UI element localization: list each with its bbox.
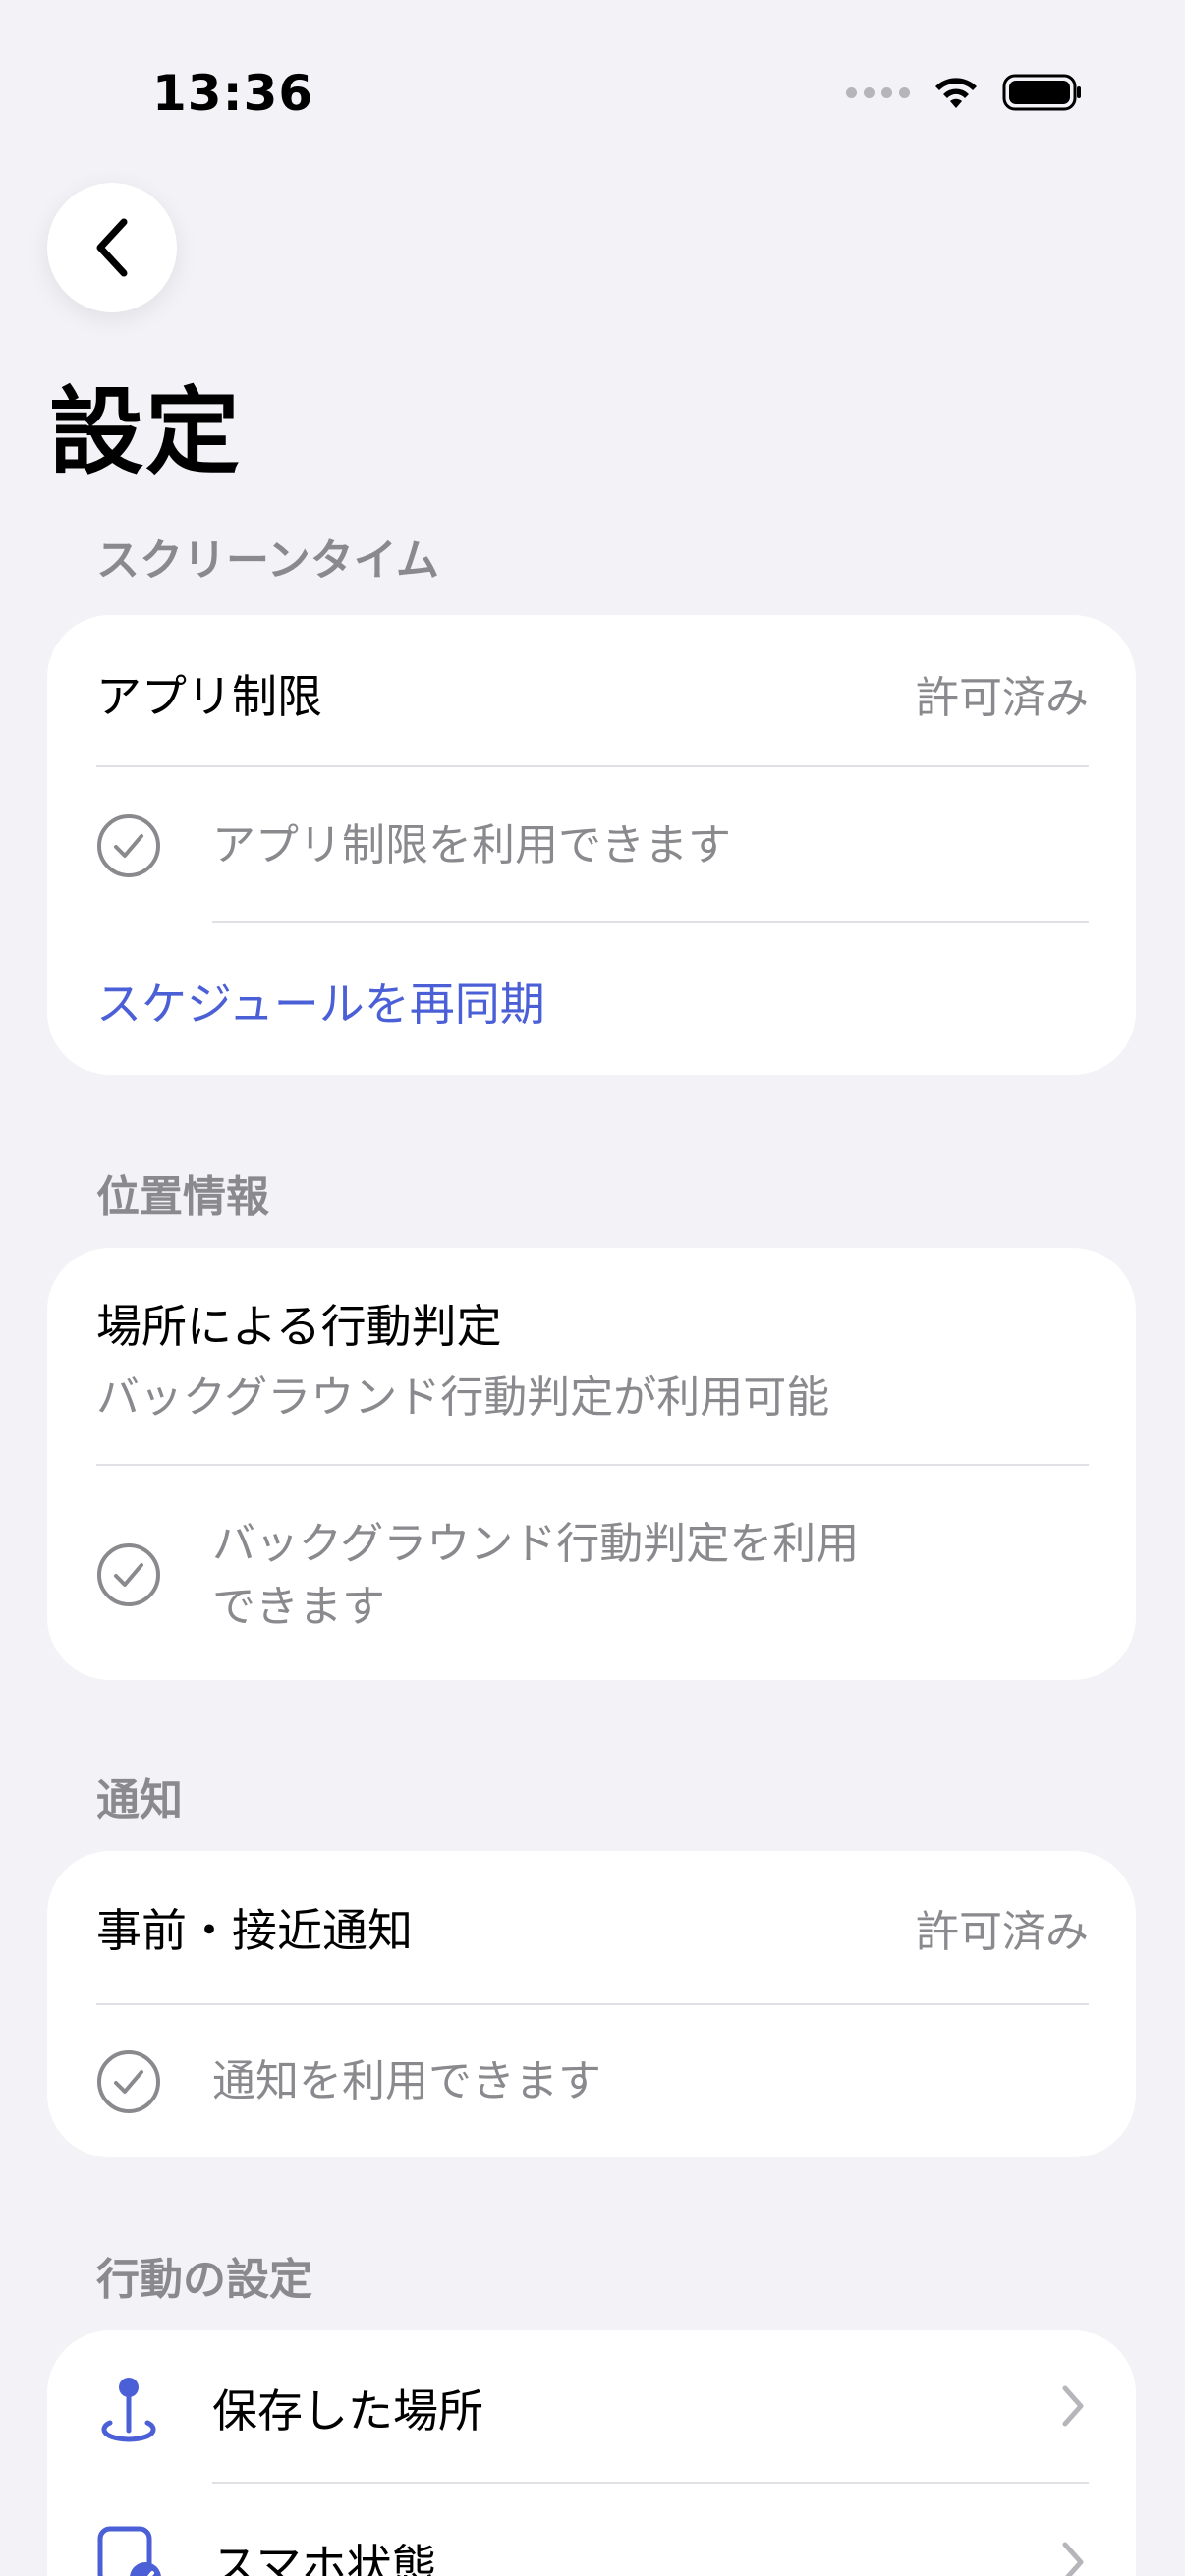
location-pin-icon	[101, 2378, 156, 2442]
settings-screen: 13:36 設定 スクリーンタイム アプリ制限 許可済み アプリ制限を利用できま…	[0, 0, 1185, 2576]
divider	[96, 1464, 1089, 1466]
background-detection-status-line1: バックグラウンド行動判定を利用	[212, 1519, 860, 1569]
phone-state-icon	[97, 2526, 161, 2576]
chevron-right-icon	[1062, 2542, 1084, 2576]
section-header-behavior: 行動の設定	[96, 2255, 312, 2305]
divider	[96, 2003, 1089, 2005]
advance-notification-status: 許可済み	[916, 1907, 1089, 1957]
notifications-card: 事前・接近通知 許可済み 通知を利用できます	[47, 1851, 1136, 2157]
phone-state-row[interactable]: スマホ状態	[47, 2484, 1136, 2576]
saved-places-label: 保存した場所	[212, 2384, 483, 2437]
section-header-notifications: 通知	[96, 1775, 183, 1825]
status-time: 13:36	[152, 65, 314, 122]
notification-available-text: 通知を利用できます	[212, 2056, 601, 2106]
divider	[212, 921, 1089, 923]
divider	[96, 765, 1089, 767]
chevron-left-icon	[96, 218, 128, 277]
background-detection-status-line2: できます	[212, 1582, 385, 1632]
phone-state-label: スマホ状態	[212, 2540, 437, 2576]
app-limit-row[interactable]: アプリ制限 許可済み	[96, 662, 1089, 725]
app-limit-status: 許可済み	[916, 673, 1089, 723]
status-icons	[846, 73, 1083, 112]
behavior-card: 保存した場所 スマホ状態	[47, 2330, 1136, 2576]
location-detection-title: 場所による行動判定	[96, 1300, 502, 1353]
advance-notification-label: 事前・接近通知	[96, 1904, 413, 1957]
battery-icon	[1002, 74, 1081, 111]
checkmark-circle-icon	[97, 2050, 160, 2113]
signal-dots-icon	[846, 86, 910, 98]
saved-places-row[interactable]: 保存した場所	[47, 2330, 1136, 2482]
page-title: 設定	[49, 377, 242, 487]
resync-schedule-link[interactable]: スケジュールを再同期	[96, 969, 545, 1034]
section-header-location: 位置情報	[96, 1172, 269, 1222]
checkmark-circle-icon	[97, 814, 160, 877]
wifi-icon	[935, 78, 977, 108]
app-limit-available-text: アプリ制限を利用できます	[212, 820, 731, 870]
back-button[interactable]	[47, 183, 177, 312]
advance-notification-row[interactable]: 事前・接近通知 許可済み	[96, 1896, 1089, 1959]
app-limit-label: アプリ制限	[96, 670, 322, 723]
location-detection-subtitle: バックグラウンド行動判定が利用可能	[96, 1372, 830, 1423]
checkmark-circle-icon	[97, 1543, 160, 1606]
section-header-screen-time: スクリーンタイム	[96, 535, 439, 586]
chevron-right-icon	[1062, 2385, 1084, 2427]
location-card: 場所による行動判定 バックグラウンド行動判定が利用可能 バックグラウンド行動判定…	[47, 1248, 1136, 1680]
screen-time-card: アプリ制限 許可済み アプリ制限を利用できます スケジュールを再同期	[47, 615, 1136, 1075]
